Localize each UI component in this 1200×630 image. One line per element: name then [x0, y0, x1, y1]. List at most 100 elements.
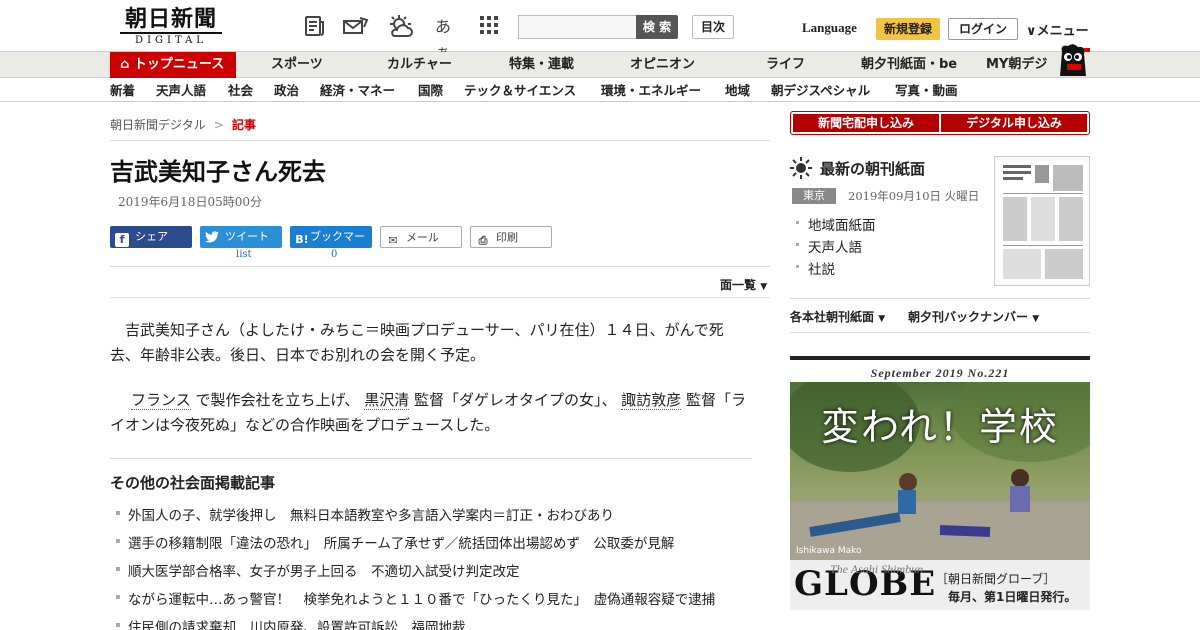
- sun-icon: [790, 157, 812, 179]
- facebook-icon: f: [115, 233, 129, 247]
- nav2-tensei[interactable]: 天声人語: [156, 79, 206, 102]
- globe-issue-label: September 2019 No.221: [870, 366, 1010, 380]
- newspaper-icon[interactable]: [302, 14, 328, 40]
- nav-opinion[interactable]: オピニオン: [630, 52, 695, 78]
- print-label: 印刷: [496, 231, 518, 244]
- mail-share-button[interactable]: ✉ メール: [380, 226, 462, 248]
- photo-credit: Ishikawa Mako: [796, 546, 862, 556]
- register-button[interactable]: 新規登録: [876, 18, 940, 40]
- page-list-dropdown[interactable]: 面一覧 ▼: [720, 276, 767, 293]
- mail-news-icon[interactable]: [342, 14, 369, 40]
- related-article-link[interactable]: ながら運転中…あっ警官！ 検挙免れようと１１０番で「ひったくり見た」 虚偽通報容…: [116, 588, 715, 608]
- nav-features[interactable]: 特集・連載: [509, 52, 574, 78]
- divider: [790, 332, 1090, 333]
- menu-button[interactable]: ∨メニュー: [1026, 20, 1089, 39]
- sidebar-link[interactable]: 地域面紙面: [796, 214, 876, 234]
- nav2-environment[interactable]: 環境・エネルギー: [601, 79, 701, 102]
- nav-newspaper[interactable]: 朝夕刊紙面・be: [861, 52, 957, 78]
- secondary-nav: 新着 天声人語 社会 政治 経済・マネー 国際 テック＆サイエンス 環境・エネル…: [0, 79, 1200, 102]
- divider: [110, 458, 752, 459]
- globe-banner[interactable]: September 2019 No.221 変われ！学校 Ishikawa Ma…: [790, 356, 1090, 610]
- nav2-region[interactable]: 地域: [725, 79, 750, 102]
- asahi-digital-logo[interactable]: 朝日新聞 DIGITAL: [112, 6, 230, 48]
- regional-morning-dropdown[interactable]: 各本社朝刊紙面 ▼: [790, 308, 885, 325]
- hatena-bookmark-button[interactable]: B!ブックマーク: [290, 226, 372, 265]
- search-input[interactable]: [518, 15, 638, 39]
- logo-subtitle: DIGITAL: [120, 32, 222, 47]
- font-size-icon[interactable]: あぁ: [430, 14, 456, 62]
- twitter-share-label: ツイート: [225, 230, 269, 243]
- triangle-down-icon: ▼: [1032, 314, 1040, 324]
- nav-top-news-label: トップニュース: [133, 57, 225, 72]
- keyword-link-kurosawa[interactable]: 黒沢清: [364, 391, 410, 410]
- login-button[interactable]: ログイン: [948, 18, 1018, 40]
- home-icon: ⌂: [120, 57, 130, 72]
- related-article-link[interactable]: 順大医学部合格率、女子が男子上回る 不適切入試受け判定改定: [116, 560, 520, 580]
- mail-icon: ✉: [388, 234, 398, 247]
- printer-icon: ⎙: [478, 234, 488, 247]
- print-button[interactable]: ⎙ 印刷: [470, 226, 552, 248]
- breadcrumb-home[interactable]: 朝日新聞デジタル: [110, 118, 206, 132]
- paragraph-text: 監督「ダゲレオタイプの女」、: [409, 391, 622, 409]
- keyword-link-france[interactable]: フランス: [131, 391, 191, 410]
- globe-headline: 変われ！学校: [820, 405, 1060, 449]
- globe-publisher: ［朝日新聞グローブ］: [936, 572, 1056, 586]
- nav2-society[interactable]: 社会: [228, 79, 253, 102]
- article-paragraph: 吉武美知子さん（よしたけ・みちこ＝映画プロデューサー、パリ在住）１４日、がんで死…: [110, 321, 724, 364]
- mascot-icon[interactable]: [1054, 42, 1092, 78]
- nav-life[interactable]: ライフ: [766, 52, 805, 78]
- divider: [110, 266, 770, 267]
- globe-footer: GLOBE The Asahi Shimbun ［朝日新聞グローブ］ 毎月、第1…: [790, 560, 1090, 610]
- toc-button[interactable]: 目次: [692, 15, 734, 39]
- article-date: 2019年6月18日05時00分: [118, 195, 262, 209]
- nav2-international[interactable]: 国際: [418, 79, 443, 102]
- site-header: 朝日新聞 DIGITAL あぁ 検 索 目次 Language 新規登録 ログイ…: [0, 0, 1200, 62]
- nav-sports[interactable]: スポーツ: [271, 52, 323, 78]
- newspaper-thumbnail[interactable]: [994, 156, 1090, 286]
- sidebar-link[interactable]: 社説: [796, 258, 835, 278]
- twitter-icon: [205, 231, 219, 245]
- hatena-icon: B!: [295, 233, 309, 246]
- related-article-link[interactable]: 選手の移籍制限「違法の恐れ」 所属チーム了承せず／統括団体出場認めず 公取委が見…: [116, 532, 674, 552]
- subscribe-paper-button[interactable]: 新聞宅配申し込み: [793, 114, 939, 132]
- related-article-link[interactable]: 住民側の請求棄却 川内原発、設置許可訴訟 福岡地裁: [116, 616, 466, 630]
- weather-icon[interactable]: [386, 14, 413, 40]
- paragraph-text: で製作会社を立ち上げ、: [190, 391, 365, 409]
- nav-my-asadigi[interactable]: MY朝デジ: [986, 52, 1047, 78]
- breadcrumb-current: 記事: [231, 118, 256, 132]
- backnumber-dropdown[interactable]: 朝夕刊バックナンバー ▼: [908, 308, 1039, 325]
- latest-paper-title[interactable]: 最新の朝刊紙面: [820, 158, 925, 179]
- nav-top-news[interactable]: ⌂ トップニュース: [110, 52, 236, 78]
- twitter-count[interactable]: list: [236, 249, 252, 260]
- globe-logo-subtitle: The Asahi Shimbun: [830, 562, 924, 576]
- logo-title: 朝日新聞: [124, 6, 217, 32]
- divider: [110, 140, 770, 141]
- nav2-economy[interactable]: 経済・マネー: [320, 79, 395, 102]
- facebook-share-label: シェア: [135, 230, 168, 243]
- primary-nav: ⌂ トップニュース スポーツ カルチャー 特集・連載 オピニオン ライフ 朝夕刊…: [0, 52, 1200, 78]
- breadcrumb: 朝日新聞デジタル > 記事: [110, 116, 256, 133]
- related-article-link[interactable]: 外国人の子、就学後押し 無料日本語教室や多言語入学案内＝訂正・おわびあり: [116, 504, 614, 524]
- triangle-down-icon: ▼: [878, 314, 886, 324]
- apps-grid-icon[interactable]: [476, 14, 502, 40]
- region-badge: 東京: [792, 188, 836, 204]
- triangle-down-icon: ▼: [760, 282, 768, 292]
- article-paragraph: フランス で製作会社を立ち上げ、 黒沢清 監督「ダゲレオタイプの女」、 諏訪敦彦…: [110, 388, 752, 438]
- divider: [790, 298, 1090, 299]
- article-title: 吉武美知子さん死去: [110, 158, 326, 186]
- nav2-photo-video[interactable]: 写真・動画: [895, 79, 958, 102]
- subscribe-digital-button[interactable]: デジタル申し込み: [941, 114, 1087, 132]
- nav2-tech-science[interactable]: テック＆サイエンス: [464, 79, 576, 102]
- language-link[interactable]: Language: [802, 20, 857, 36]
- hatena-count[interactable]: 0: [331, 249, 337, 260]
- divider: [110, 297, 770, 298]
- nav2-new[interactable]: 新着: [110, 79, 135, 102]
- facebook-share-button[interactable]: f シェア: [110, 226, 192, 248]
- keyword-link-suwa[interactable]: 諏訪敦彦: [621, 391, 682, 410]
- sidebar-link[interactable]: 天声人語: [796, 236, 862, 256]
- search-button[interactable]: 検 索: [636, 15, 678, 39]
- nav2-special[interactable]: 朝デジスペシャル: [771, 79, 870, 102]
- twitter-share-button[interactable]: ツイート: [200, 226, 282, 248]
- nav-culture[interactable]: カルチャー: [387, 52, 452, 78]
- nav2-politics[interactable]: 政治: [274, 79, 299, 102]
